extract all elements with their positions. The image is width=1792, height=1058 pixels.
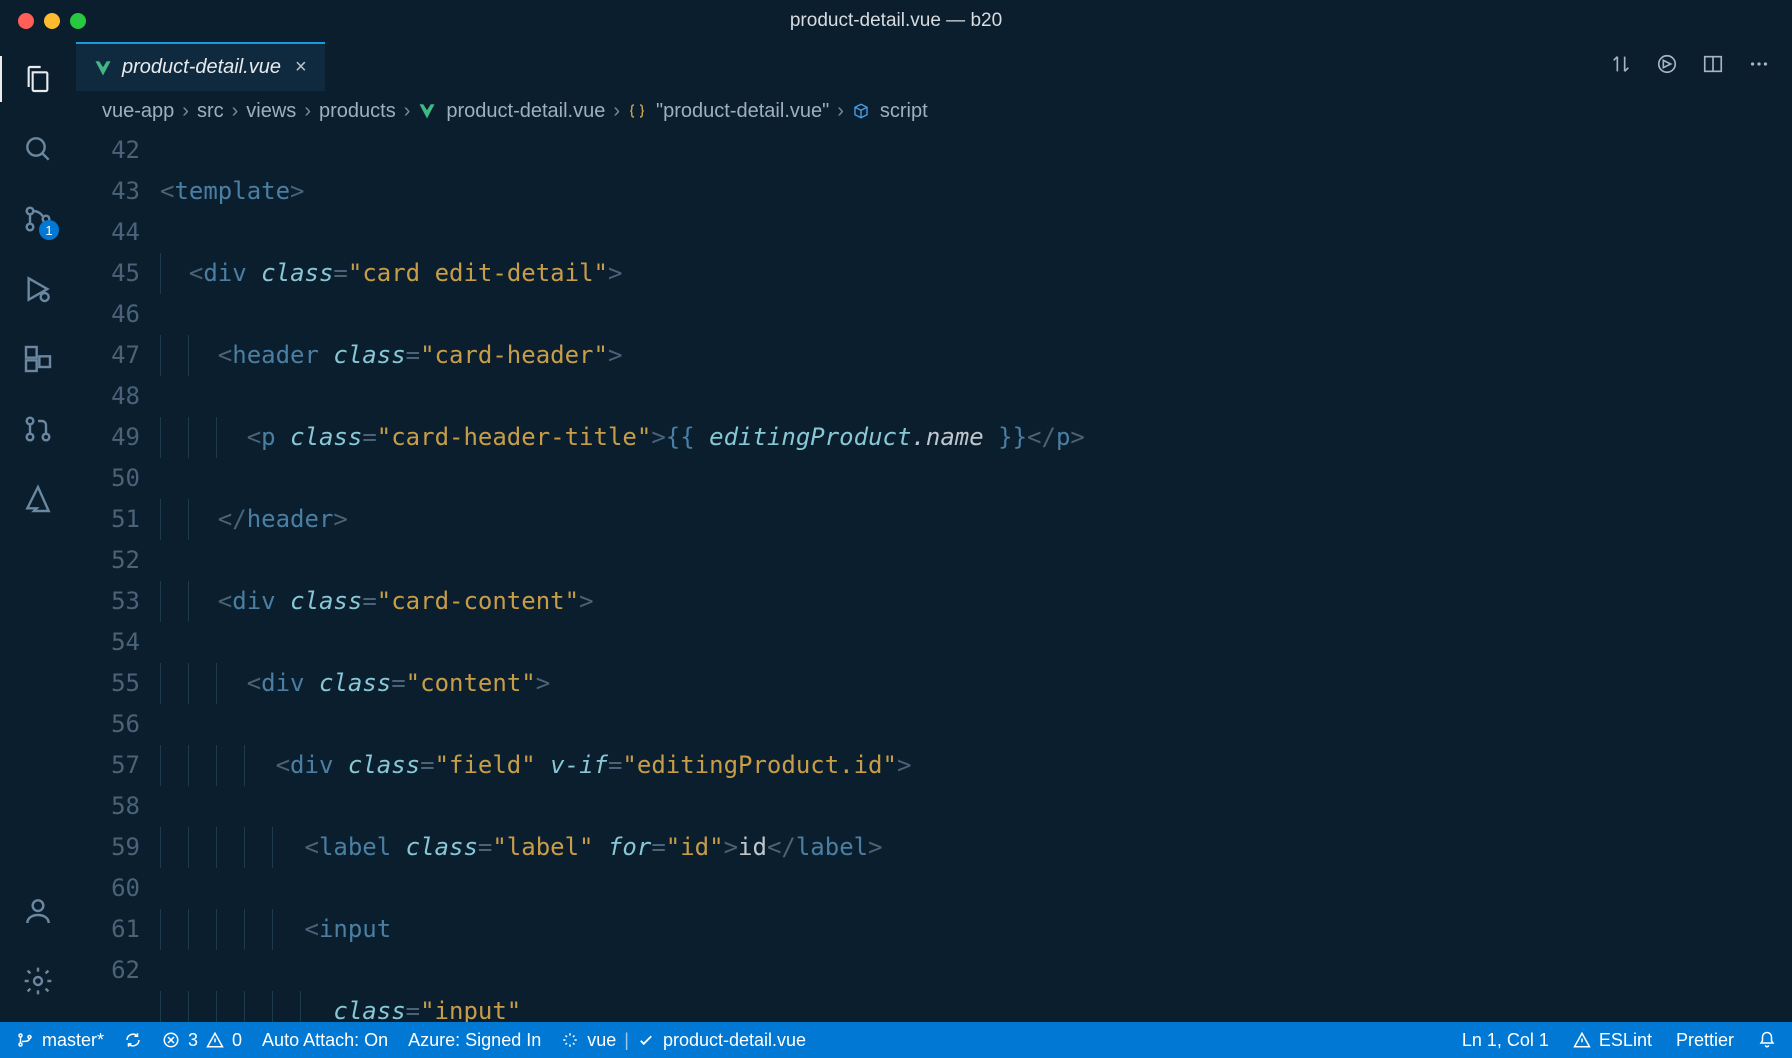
search-icon[interactable] (21, 132, 55, 166)
status-branch[interactable]: master* (16, 1030, 104, 1051)
braces-icon (628, 101, 648, 121)
error-icon (162, 1031, 180, 1049)
explorer-icon[interactable] (21, 62, 55, 96)
code-editor[interactable]: 4243444546474849505152535455565758596061… (76, 130, 1792, 1022)
accounts-icon[interactable] (21, 894, 55, 928)
warning-icon (206, 1031, 224, 1049)
status-notifications[interactable] (1758, 1031, 1776, 1049)
git-branch-icon (16, 1031, 34, 1049)
breadcrumb[interactable]: vue-app› src› views› products› product-d… (76, 92, 1792, 130)
compare-changes-icon[interactable] (1610, 53, 1632, 80)
line-gutter: 4243444546474849505152535455565758596061… (76, 130, 150, 1022)
more-actions-icon[interactable] (1748, 53, 1770, 80)
status-autoattach[interactable]: Auto Attach: On (262, 1030, 388, 1051)
status-azure[interactable]: Azure: Signed In (408, 1030, 541, 1051)
git-pr-icon[interactable] (21, 412, 55, 446)
status-problems[interactable]: 3 0 (162, 1030, 242, 1051)
sparkle-icon (561, 1031, 579, 1049)
activity-bar: 1 (0, 42, 76, 1022)
close-window-button[interactable] (18, 13, 34, 29)
scm-badge: 1 (39, 220, 59, 240)
breadcrumb-item[interactable]: "product-detail.vue" (656, 100, 829, 123)
azure-icon[interactable] (21, 482, 55, 516)
bell-icon (1758, 1031, 1776, 1049)
run-icon[interactable] (1656, 53, 1678, 80)
extensions-icon[interactable] (21, 342, 55, 376)
tab-label: product-detail.vue (122, 56, 281, 79)
status-lang-mode[interactable]: vue | product-detail.vue (561, 1030, 806, 1051)
status-prettier[interactable]: Prettier (1676, 1030, 1734, 1051)
titlebar: product-detail.vue — b20 (0, 0, 1792, 42)
breadcrumb-item[interactable]: views (246, 100, 296, 123)
tab-product-detail[interactable]: product-detail.vue × (76, 42, 325, 91)
warning-icon (1573, 1031, 1591, 1049)
breadcrumb-item[interactable]: src (197, 100, 224, 123)
vue-file-icon (94, 59, 112, 77)
check-icon (637, 1031, 655, 1049)
breadcrumb-item[interactable]: vue-app (102, 100, 174, 123)
breadcrumb-item[interactable]: script (880, 100, 928, 123)
tab-bar: product-detail.vue × (76, 42, 1792, 92)
sync-icon (124, 1031, 142, 1049)
split-editor-icon[interactable] (1702, 53, 1724, 80)
breadcrumb-item[interactable]: product-detail.vue (446, 100, 605, 123)
tab-close-icon[interactable]: × (295, 56, 307, 79)
window-title: product-detail.vue — b20 (790, 10, 1002, 32)
breadcrumb-item[interactable]: products (319, 100, 396, 123)
status-bar: master* 3 0 Auto Attach: On Azure: Signe… (0, 1022, 1792, 1058)
run-debug-icon[interactable] (21, 272, 55, 306)
source-control-icon[interactable]: 1 (21, 202, 55, 236)
status-cursor[interactable]: Ln 1, Col 1 (1462, 1030, 1549, 1051)
code-content[interactable]: <template> <div class="card edit-detail"… (150, 130, 1792, 1022)
maximize-window-button[interactable] (70, 13, 86, 29)
minimize-window-button[interactable] (44, 13, 60, 29)
vue-file-icon (418, 101, 438, 121)
status-eslint[interactable]: ESLint (1573, 1030, 1652, 1051)
status-sync[interactable] (124, 1031, 142, 1049)
settings-icon[interactable] (21, 964, 55, 998)
cube-icon (852, 101, 872, 121)
